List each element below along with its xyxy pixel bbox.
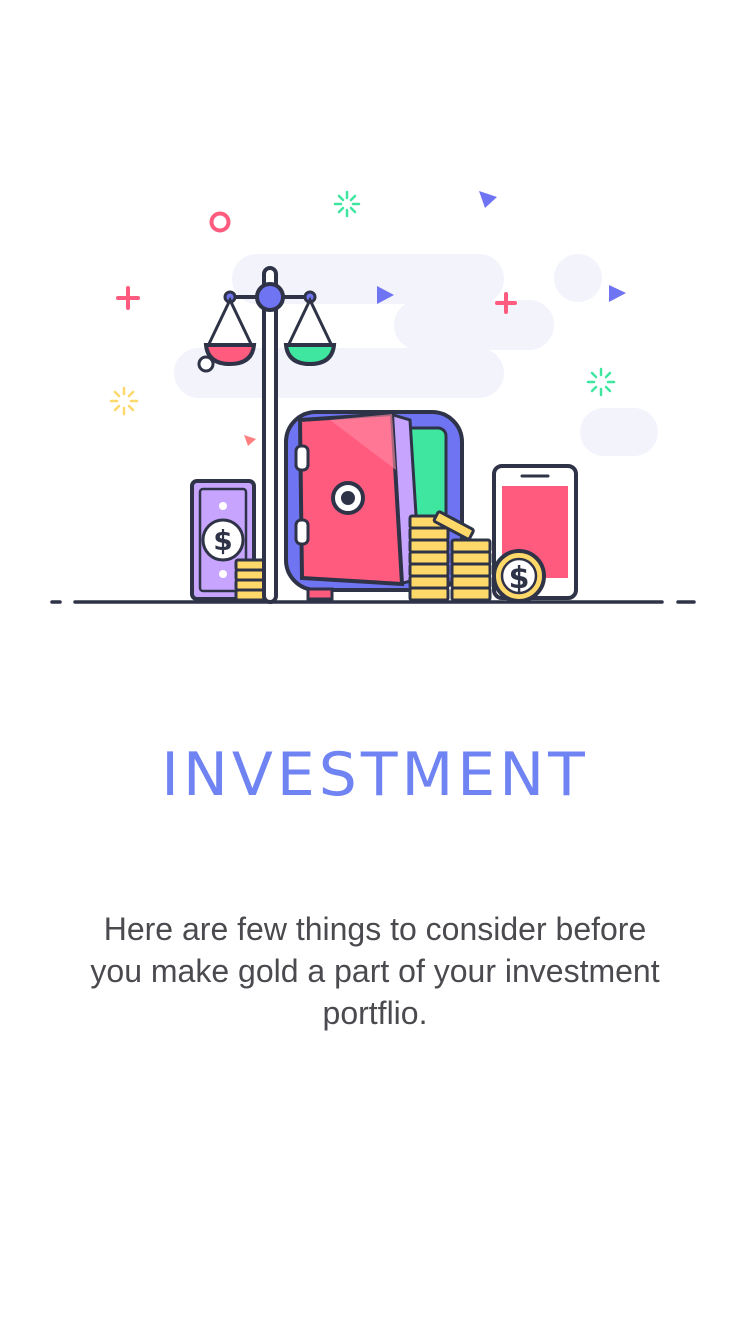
investment-illustration: $ $: [50, 190, 696, 604]
dollar-coin-icon: $: [492, 549, 546, 603]
page-title: INVESTMENT: [161, 740, 589, 810]
svg-text:$: $: [213, 524, 232, 557]
page-description: Here are few things to consider before y…: [90, 911, 660, 1031]
svg-text:$: $: [509, 561, 530, 596]
coin-stack-icon: [234, 558, 268, 602]
